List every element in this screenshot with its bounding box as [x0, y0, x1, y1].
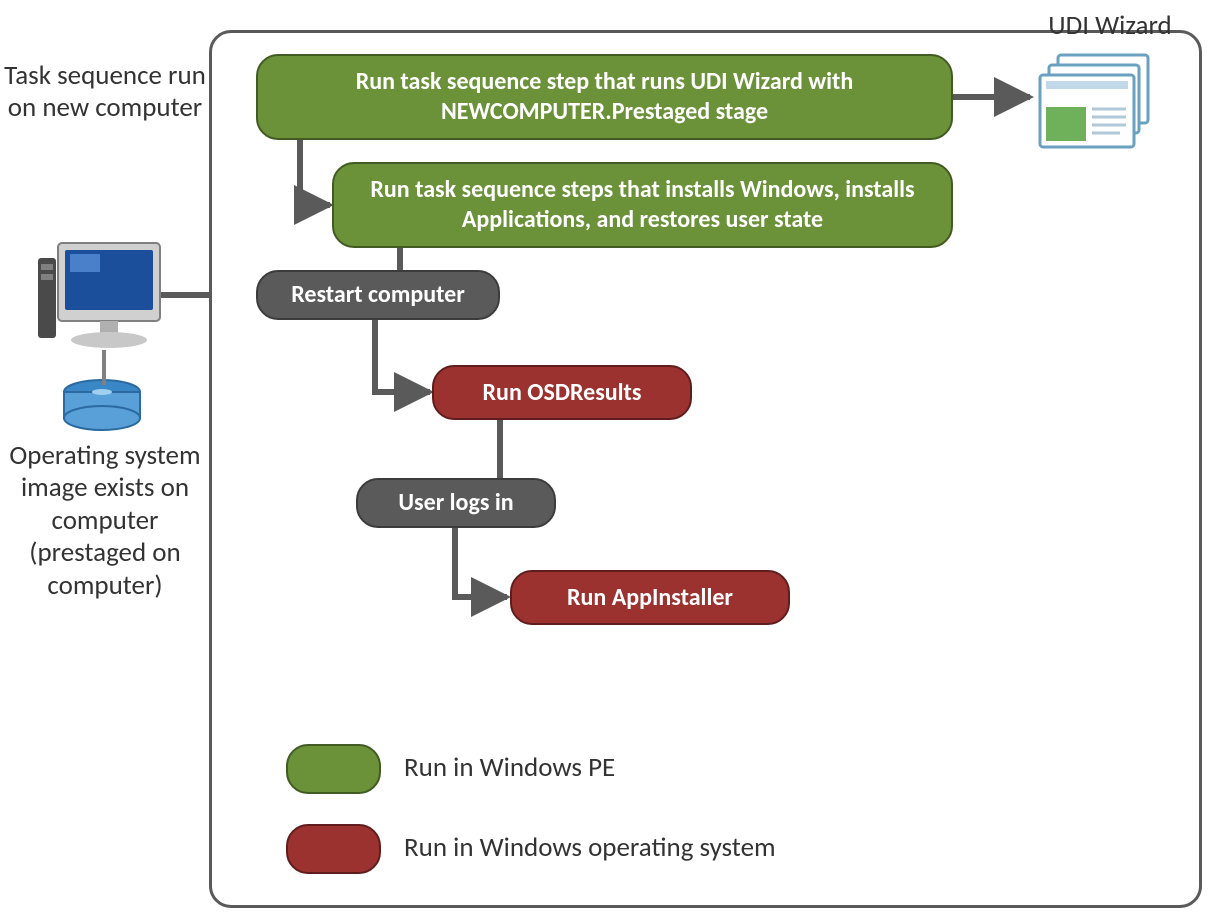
legend-label-os: Run in Windows operating system [404, 828, 1004, 868]
step2-text: Run task sequence steps that installs Wi… [352, 175, 933, 235]
step-appinstaller: Run AppInstaller [510, 570, 790, 625]
diagram-canvas: UDI Wizard Task sequence run on new comp… [0, 0, 1210, 919]
osdresults-text: Run OSDResults [483, 378, 642, 408]
legend-swatch-os [286, 824, 381, 874]
step-osdresults: Run OSDResults [432, 365, 692, 420]
task-sequence-label: Task sequence run on new computer [0, 60, 210, 125]
step-user-logs-in: User logs in [356, 478, 556, 528]
computer-icon [38, 243, 160, 348]
udi-wizard-label: UDI Wizard [1020, 10, 1200, 42]
restart-text: Restart computer [291, 280, 465, 310]
legend-swatch-pe [286, 744, 381, 794]
step1-text: Run task sequence step that runs UDI Wiz… [276, 67, 933, 127]
disk-icon [64, 380, 140, 430]
appinstaller-text: Run AppInstaller [567, 583, 733, 613]
step-restart: Restart computer [256, 270, 500, 320]
userlogs-text: User logs in [398, 488, 513, 518]
legend-label-pe: Run in Windows PE [404, 748, 804, 788]
os-image-label: Operating system image exists on compute… [0, 440, 210, 602]
step-run-task-prestaged: Run task sequence step that runs UDI Wiz… [256, 54, 953, 140]
step-install-windows: Run task sequence steps that installs Wi… [332, 162, 953, 248]
